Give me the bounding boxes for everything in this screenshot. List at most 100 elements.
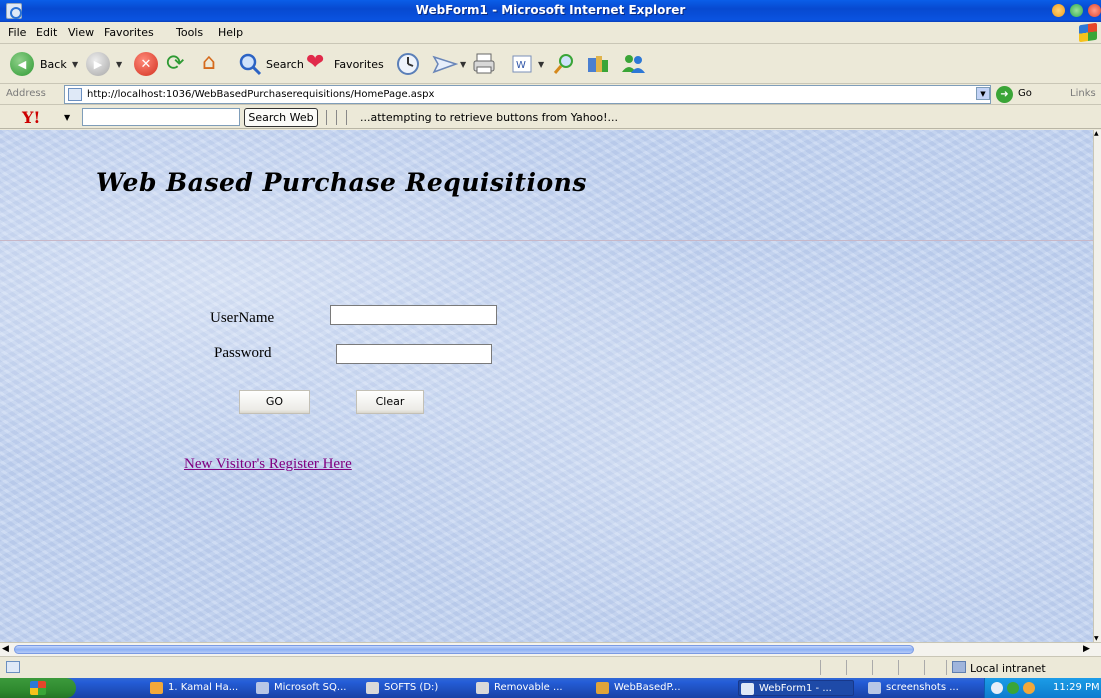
menu-file[interactable]: File (8, 26, 26, 39)
folder-task-icon (476, 682, 489, 694)
toolbar-separator (346, 110, 347, 125)
discuss-icon[interactable] (552, 52, 576, 76)
page-icon (68, 88, 82, 101)
svg-text:W: W (516, 60, 526, 71)
word-task-icon (868, 682, 881, 694)
password-input[interactable] (336, 344, 492, 364)
back-icon[interactable]: ◀ (10, 52, 34, 76)
yahoo-search-input[interactable] (82, 108, 240, 126)
password-label: Password (214, 345, 272, 361)
scroll-left-icon[interactable]: ◀ (2, 644, 9, 654)
taskbar-item[interactable]: Removable ... (474, 680, 578, 696)
windows-logo-icon (30, 681, 46, 695)
menu-bar: File Edit View Favorites Tools Help (0, 22, 1101, 44)
taskbar-item-label: WebBasedP... (614, 682, 681, 693)
standard-toolbar: ◀ Back ▼ ▶ ▼ ✕ ⟳ ⌂ Search ❤ Favorites ▼ … (0, 44, 1101, 84)
windows-flag-icon (1079, 22, 1097, 43)
title-bar[interactable]: WebForm1 - Microsoft Internet Explorer (0, 0, 1101, 22)
clock[interactable]: 11:29 PM (1053, 682, 1100, 693)
status-separator (924, 660, 925, 675)
go-arrow-icon[interactable]: ➜ (996, 86, 1013, 103)
refresh-icon[interactable]: ⟳ (166, 52, 190, 76)
horizontal-scrollbar[interactable]: ◀ ▶ (0, 642, 1101, 656)
status-separator (946, 660, 947, 675)
menu-help[interactable]: Help (218, 26, 243, 39)
register-link[interactable]: New Visitor's Register Here (184, 456, 352, 473)
visual-studio-task-icon (596, 682, 609, 694)
status-separator (872, 660, 873, 675)
vertical-scrollbar[interactable]: ▲ ▼ (1093, 130, 1101, 642)
address-url[interactable]: http://localhost:1036/WebBasedPurchasere… (87, 89, 434, 100)
scroll-up-icon[interactable]: ▲ (1094, 130, 1099, 137)
security-zone-label: Local intranet (970, 662, 1046, 675)
forward-dropdown-icon[interactable]: ▼ (116, 60, 122, 69)
messenger-tray-icon[interactable] (1023, 682, 1035, 694)
system-tray: 11:29 PM (984, 678, 1101, 698)
close-button[interactable] (1088, 4, 1101, 17)
forward-icon[interactable]: ▶ (86, 52, 110, 76)
status-separator (820, 660, 821, 675)
taskbar-item-active[interactable]: WebForm1 - ... (738, 680, 854, 696)
maximize-button[interactable] (1070, 4, 1083, 17)
links-button[interactable]: Links (1070, 88, 1096, 99)
menu-favorites[interactable]: Favorites (104, 26, 154, 39)
menu-edit[interactable]: Edit (36, 26, 57, 39)
username-input[interactable] (330, 305, 497, 325)
print-icon[interactable] (472, 52, 496, 76)
yahoo-dropdown-icon[interactable]: ▼ (64, 113, 70, 122)
folder-task-icon (366, 682, 379, 694)
status-separator (898, 660, 899, 675)
address-input[interactable]: http://localhost:1036/WebBasedPurchasere… (64, 85, 991, 104)
network-icon[interactable] (991, 682, 1003, 694)
mail-dropdown-icon[interactable]: ▼ (460, 60, 466, 69)
back-dropdown-icon[interactable]: ▼ (72, 60, 78, 69)
go-login-button[interactable]: GO (239, 390, 310, 414)
start-button[interactable] (0, 678, 76, 698)
taskbar-item[interactable]: SOFTS (D:) (364, 680, 460, 696)
yahoo-toolbar: Y! ▼ Search Web ...attempting to retriev… (0, 105, 1101, 129)
menu-view[interactable]: View (68, 26, 94, 39)
scroll-right-icon[interactable]: ▶ (1083, 644, 1090, 654)
address-label: Address (6, 88, 46, 99)
taskbar-item-label: 1. Kamal Ha... (168, 682, 239, 693)
yahoo-logo[interactable]: Y! (22, 108, 40, 127)
favorites-button-label[interactable]: Favorites (334, 58, 384, 71)
horizontal-divider (0, 240, 1093, 241)
menu-tools[interactable]: Tools (176, 26, 203, 39)
sql-task-icon (256, 682, 269, 694)
intranet-zone-icon (952, 661, 966, 673)
scroll-down-icon[interactable]: ▼ (1094, 635, 1099, 642)
taskbar-item-label: Removable ... (494, 682, 563, 693)
home-icon[interactable]: ⌂ (202, 52, 226, 76)
search-button-label[interactable]: Search (266, 58, 304, 71)
taskbar-item[interactable]: 1. Kamal Ha... (148, 680, 244, 696)
page-title: Web Based Purchase Requisitions (96, 168, 587, 197)
minimize-button[interactable] (1052, 4, 1065, 17)
go-button[interactable]: Go (1018, 88, 1032, 99)
edit-dropdown-icon[interactable]: ▼ (538, 60, 544, 69)
mail-icon[interactable] (432, 52, 459, 76)
messenger-icon[interactable] (620, 52, 646, 76)
status-page-icon (6, 661, 20, 673)
taskbar-item-label: SOFTS (D:) (384, 682, 439, 693)
search-web-button[interactable]: Search Web (244, 108, 318, 127)
address-bar: Address http://localhost:1036/WebBasedPu… (0, 84, 1101, 105)
status-bar: Local intranet (0, 656, 1101, 678)
clear-button[interactable]: Clear (356, 390, 424, 414)
taskbar-item-label: Microsoft SQ... (274, 682, 347, 693)
taskbar-item[interactable]: WebBasedP... (594, 680, 722, 696)
address-dropdown-icon[interactable]: ▼ (976, 87, 990, 100)
taskbar: 1. Kamal Ha... Microsoft SQ... SOFTS (D:… (0, 678, 1101, 698)
search-icon[interactable] (238, 52, 262, 76)
edit-word-icon[interactable]: W (510, 52, 534, 76)
back-button-label[interactable]: Back (40, 58, 67, 71)
research-icon[interactable] (586, 52, 610, 76)
favorites-icon[interactable]: ❤ (306, 52, 330, 76)
history-icon[interactable] (396, 52, 420, 76)
scrollbar-thumb[interactable] (14, 645, 914, 654)
security-icon[interactable] (1007, 682, 1019, 694)
stop-icon[interactable]: ✕ (134, 52, 158, 76)
taskbar-item[interactable]: screenshots ... (866, 680, 976, 696)
taskbar-item[interactable]: Microsoft SQ... (254, 680, 354, 696)
ie-task-icon (741, 683, 754, 695)
